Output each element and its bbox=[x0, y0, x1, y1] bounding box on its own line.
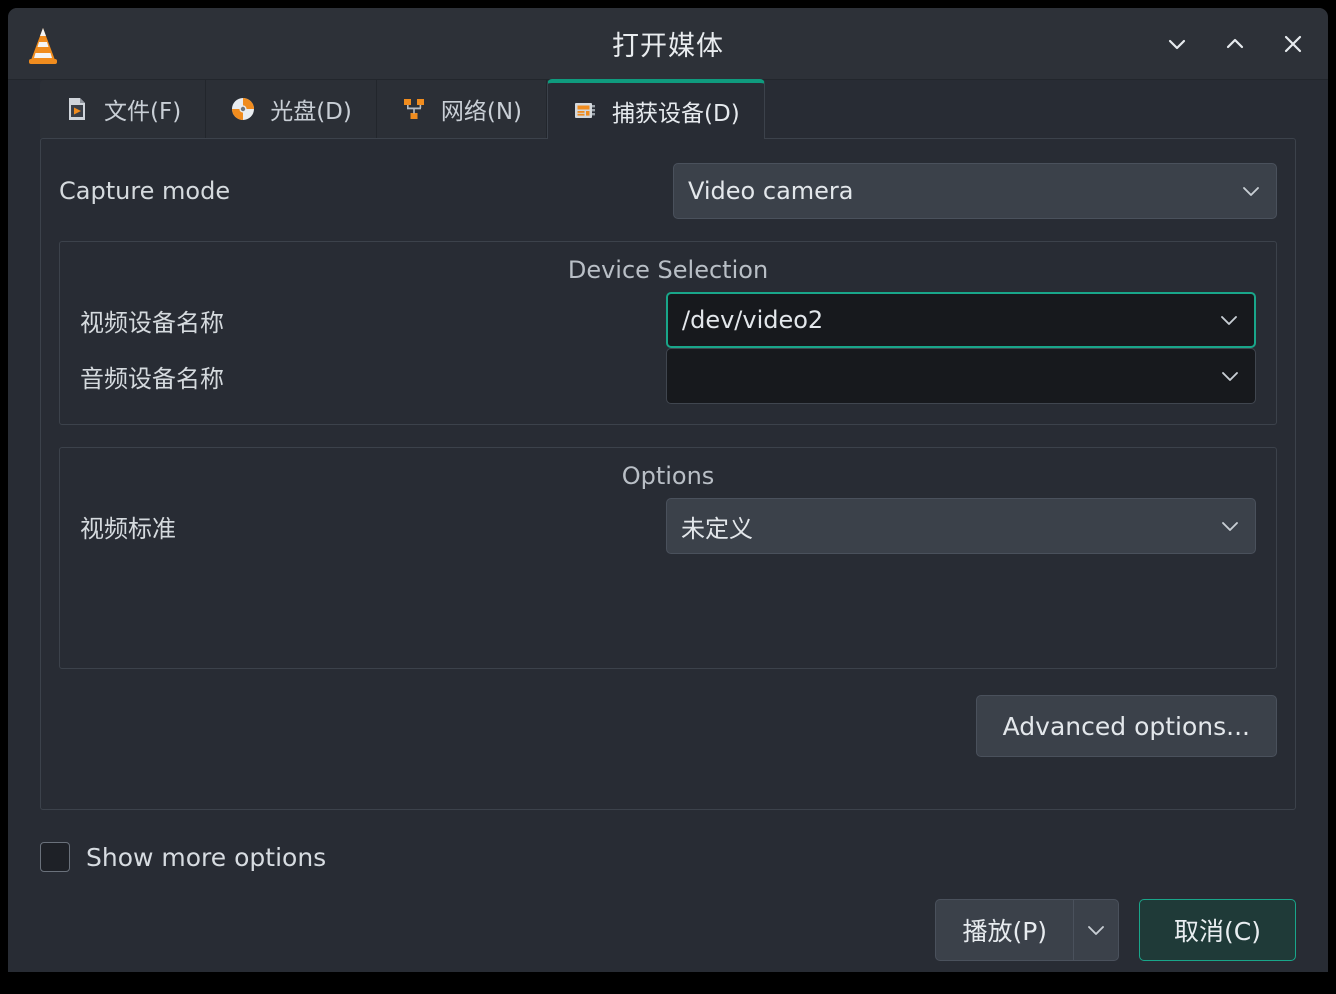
tab-disc[interactable]: 光盘(D) bbox=[206, 80, 377, 138]
chevron-down-icon bbox=[1222, 372, 1238, 381]
video-device-row: 视频设备名称 /dev/video2 bbox=[80, 292, 1256, 348]
tab-file[interactable]: 文件(F) bbox=[40, 80, 207, 138]
audio-device-label: 音频设备名称 bbox=[80, 364, 224, 393]
device-selection-title: Device Selection bbox=[567, 256, 769, 284]
play-dropdown-button[interactable] bbox=[1073, 899, 1120, 961]
device-selection-group: Device Selection 视频设备名称 /dev/video2 音频设备… bbox=[59, 241, 1277, 425]
capture-card-icon bbox=[575, 103, 596, 118]
capture-device-panel: Capture mode Video camera Device Selecti… bbox=[40, 138, 1296, 810]
play-button[interactable]: 播放(P) bbox=[935, 899, 1074, 961]
window-title: 打开媒体 bbox=[612, 31, 724, 62]
advanced-options-button[interactable]: Advanced options... bbox=[975, 695, 1277, 757]
dialog-footer: Show more options 播放(P) 取消(C) bbox=[8, 810, 1328, 972]
close-button[interactable] bbox=[1272, 23, 1314, 65]
tab-network[interactable]: 网络(N) bbox=[376, 80, 548, 138]
tab-file-label: 文件(F) bbox=[104, 99, 182, 125]
dialog-actions: 播放(P) 取消(C) bbox=[40, 888, 1296, 972]
close-icon bbox=[1284, 35, 1302, 53]
disc-icon bbox=[232, 98, 255, 120]
chevron-down-icon bbox=[1168, 39, 1186, 50]
file-icon bbox=[69, 98, 85, 120]
chevron-down-icon bbox=[1088, 926, 1104, 935]
audio-device-row: 音频设备名称 bbox=[80, 348, 1256, 404]
tab-capture-device-label: 捕获设备(D) bbox=[612, 101, 740, 127]
video-device-value: /dev/video2 bbox=[682, 306, 824, 334]
video-standard-label: 视频标准 bbox=[80, 514, 176, 543]
tab-disc-label: 光盘(D) bbox=[270, 99, 352, 125]
tab-network-label: 网络(N) bbox=[440, 99, 523, 125]
advanced-options-row: Advanced options... bbox=[59, 695, 1277, 757]
video-standard-row: 视频标准 未定义 bbox=[80, 498, 1256, 554]
chevron-up-icon bbox=[1226, 38, 1244, 49]
video-standard-value: 未定义 bbox=[681, 514, 753, 543]
video-device-select[interactable]: /dev/video2 bbox=[666, 292, 1256, 348]
tab-strip: 文件(F) 光盘(D) 网络(N) 捕获设备(D) bbox=[8, 79, 1328, 139]
audio-device-select[interactable] bbox=[666, 348, 1256, 404]
maximize-button[interactable] bbox=[1214, 23, 1256, 65]
minimize-button[interactable] bbox=[1156, 23, 1198, 65]
capture-mode-label: Capture mode bbox=[59, 177, 231, 205]
video-standard-select[interactable]: 未定义 bbox=[666, 498, 1256, 554]
cancel-button[interactable]: 取消(C) bbox=[1139, 899, 1296, 961]
video-device-label: 视频设备名称 bbox=[80, 308, 224, 337]
network-icon bbox=[403, 99, 424, 119]
show-more-options-checkbox[interactable] bbox=[40, 842, 70, 872]
tab-capture-device[interactable]: 捕获设备(D) bbox=[547, 79, 765, 139]
open-media-dialog: 打开媒体 文件(F) 光盘(D) 网络(N) 捕获设备(D) Capture m… bbox=[8, 8, 1328, 972]
capture-mode-row: Capture mode Video camera bbox=[59, 163, 1277, 219]
chevron-down-icon bbox=[1222, 522, 1238, 531]
show-more-options-row[interactable]: Show more options bbox=[40, 826, 326, 888]
title-bar: 打开媒体 bbox=[8, 8, 1328, 80]
window-controls bbox=[1156, 8, 1314, 80]
options-group: Options 视频标准 未定义 bbox=[59, 447, 1277, 669]
show-more-options-label: Show more options bbox=[86, 842, 327, 872]
capture-mode-select[interactable]: Video camera bbox=[673, 163, 1277, 219]
chevron-down-icon bbox=[1243, 187, 1259, 196]
play-split-button: 播放(P) bbox=[935, 899, 1120, 961]
options-title: Options bbox=[621, 462, 715, 490]
chevron-down-icon bbox=[1221, 316, 1237, 325]
capture-mode-value: Video camera bbox=[688, 177, 854, 205]
